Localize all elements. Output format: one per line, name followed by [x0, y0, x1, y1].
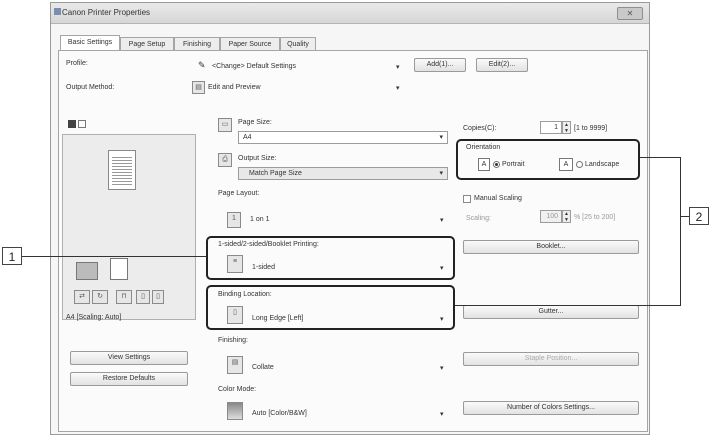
- callout-2: 2: [689, 207, 709, 225]
- finishing-label: Finishing:: [218, 337, 248, 344]
- finishing-select[interactable]: Collate: [252, 364, 274, 371]
- scaling-spinner[interactable]: ▲ ▼: [562, 210, 571, 223]
- tab-finishing[interactable]: Finishing: [174, 37, 220, 50]
- page-size-value: A4: [243, 134, 252, 141]
- output-size-select[interactable]: Match Page Size ▾: [238, 167, 448, 180]
- callout-2-line-mid: [680, 216, 689, 217]
- tab-basic-settings[interactable]: Basic Settings: [60, 35, 120, 50]
- page-size-label: Page Size:: [238, 119, 272, 126]
- profile-label: Profile:: [66, 60, 88, 67]
- copies-input[interactable]: 1: [540, 121, 562, 134]
- copies-label: Copies(C):: [463, 125, 497, 132]
- callout-1: 1: [2, 247, 22, 265]
- binding-highlight: [206, 285, 455, 330]
- chevron-down-icon: ▾: [439, 134, 443, 141]
- scaling-input[interactable]: 100: [540, 210, 562, 223]
- window-title: Canon Printer Properties: [62, 8, 151, 17]
- preview-status: A4 [Scaling: Auto]: [66, 314, 122, 321]
- callout-2-line-bottom: [455, 305, 681, 306]
- callout-1-line: [22, 256, 206, 257]
- printer-device-icon: [76, 262, 98, 280]
- copies-range: [1 to 9999]: [574, 125, 608, 132]
- page-icon[interactable]: ▯: [136, 290, 150, 304]
- tab-quality[interactable]: Quality: [280, 37, 316, 50]
- rotate-icon[interactable]: ↻: [92, 290, 108, 304]
- printer-icon: [54, 8, 61, 15]
- edit-preview-icon: ▤: [192, 81, 205, 94]
- chevron-down-icon: ▾: [439, 170, 443, 177]
- output-size-value: Match Page Size: [249, 170, 302, 177]
- profile-select[interactable]: <Change> Default Settings: [212, 63, 296, 70]
- scaling-range: % [25 to 200]: [574, 214, 616, 221]
- page-layout-icon: 1: [227, 212, 241, 228]
- gutter-button[interactable]: Gutter...: [463, 305, 639, 319]
- add-profile-button[interactable]: Add(1)...: [414, 58, 466, 72]
- preview-page: [108, 150, 136, 190]
- callout-2-line-top: [640, 157, 680, 158]
- chevron-down-icon: ▾: [440, 411, 444, 418]
- restore-defaults-button[interactable]: Restore Defaults: [70, 372, 188, 386]
- staple-icon[interactable]: ⊓: [116, 290, 132, 304]
- chevron-down-icon: ▾: [440, 217, 444, 224]
- callout-2-line-vertical: [680, 157, 681, 305]
- color-mode-select[interactable]: Auto [Color/B&W]: [252, 410, 307, 417]
- close-button[interactable]: ✕: [617, 7, 643, 20]
- number-of-colors-button[interactable]: Number of Colors Settings...: [463, 401, 639, 415]
- chevron-down-icon: ▾: [396, 64, 400, 71]
- view-settings-button[interactable]: View Settings: [70, 351, 188, 365]
- preview-page-lines: [112, 155, 132, 185]
- tab-page-setup[interactable]: Page Setup: [120, 37, 174, 50]
- collate-icon: ▤: [227, 356, 243, 374]
- duplex-highlight: [206, 236, 455, 280]
- edit-profile-button[interactable]: Edit(2)...: [476, 58, 528, 72]
- paper-stack-icon: [110, 258, 128, 280]
- duplex-icon[interactable]: ⇄: [74, 290, 90, 304]
- booklet-button[interactable]: Booklet...: [463, 240, 639, 254]
- chevron-down-icon: ▾: [440, 365, 444, 372]
- output-size-label: Output Size:: [238, 155, 277, 162]
- scaling-label: Scaling:: [466, 215, 491, 222]
- chevron-down-icon: ▾: [396, 85, 400, 92]
- manual-scaling-checkbox[interactable]: [463, 195, 471, 203]
- page-layout-select[interactable]: 1 on 1: [250, 216, 269, 223]
- staple-position-button[interactable]: Staple Position...: [463, 352, 639, 366]
- preview-toggle-icon[interactable]: [78, 120, 86, 128]
- color-mode-icon: [227, 402, 243, 420]
- copies-spinner[interactable]: ▲ ▼: [562, 121, 571, 134]
- output-method-label: Output Method:: [66, 84, 115, 91]
- tab-paper-source[interactable]: Paper Source: [220, 37, 280, 50]
- manual-scaling-label: Manual Scaling: [474, 195, 522, 202]
- output-method-select[interactable]: Edit and Preview: [208, 84, 261, 91]
- orientation-highlight: [456, 139, 640, 180]
- page-size-select[interactable]: A4 ▾: [238, 131, 448, 144]
- color-mode-label: Color Mode:: [218, 386, 257, 393]
- color-square-icon: [68, 120, 76, 128]
- page-edge-icon[interactable]: ▯: [152, 290, 164, 304]
- output-size-icon: ⎙: [218, 153, 232, 167]
- page-size-icon: ▭: [218, 118, 232, 132]
- pencil-icon: ✎: [198, 60, 206, 70]
- page-layout-label: Page Layout:: [218, 190, 260, 197]
